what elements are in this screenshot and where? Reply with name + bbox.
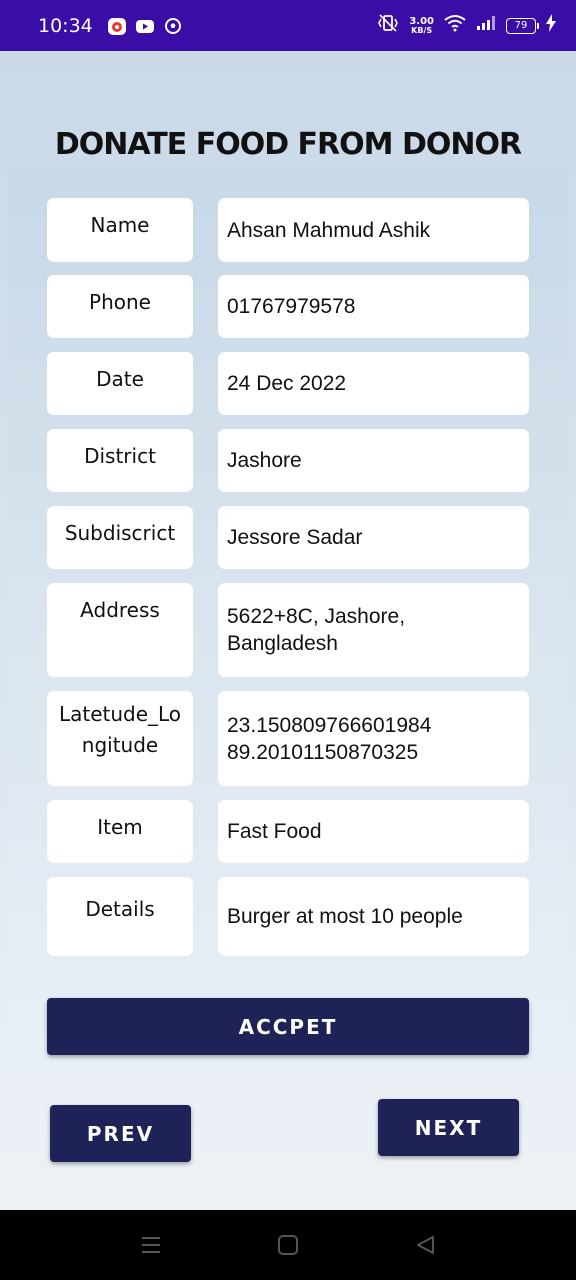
menu-icon[interactable]: [139, 1234, 163, 1256]
details-field[interactable]: Burger at most 10 people: [218, 877, 529, 956]
date-label: Date: [47, 352, 193, 415]
phone-field[interactable]: 01767979578: [218, 275, 529, 338]
status-bar: 10:34 3.00 KB/S 79: [0, 0, 576, 51]
phone-label: Phone: [47, 275, 193, 338]
form-row-subdistrict: Subdiscrict Jessore Sadar: [47, 506, 529, 569]
net-speed-unit: KB/S: [411, 25, 433, 35]
date-field[interactable]: 24 Dec 2022: [218, 352, 529, 415]
youtube-icon: [135, 16, 155, 36]
charging-icon: [546, 14, 556, 37]
address-field[interactable]: 5622+8C, Jashore, Bangladesh: [218, 583, 529, 677]
prev-button[interactable]: PREV: [50, 1105, 191, 1162]
wifi-icon: [444, 14, 466, 37]
battery-icon: 79: [506, 17, 539, 34]
battery-level: 79: [514, 20, 528, 31]
back-icon[interactable]: [413, 1234, 437, 1256]
item-label: Item: [47, 800, 193, 863]
status-time: 10:34: [38, 14, 93, 37]
home-icon[interactable]: [276, 1234, 300, 1256]
signal-icon: [476, 15, 496, 36]
subdistrict-label: Subdiscrict: [47, 506, 193, 569]
status-indicators: 3.00 KB/S 79: [377, 14, 556, 37]
next-button[interactable]: NEXT: [378, 1099, 519, 1156]
lat-long-label: Latetude_Longitude: [47, 691, 193, 786]
district-field[interactable]: Jashore: [218, 429, 529, 492]
form-row-item: Item Fast Food: [47, 800, 529, 863]
football-icon: [163, 16, 183, 36]
form-row-phone: Phone 01767979578: [47, 275, 529, 338]
details-label: Details: [47, 877, 193, 956]
form-row-details: Details Burger at most 10 people: [47, 877, 529, 956]
lat-long-field[interactable]: 23.150809766601984 89.20101150870325: [218, 691, 529, 786]
net-speed-value: 3.00: [409, 15, 434, 27]
name-label: Name: [47, 198, 193, 262]
accept-button[interactable]: ACCPET: [47, 998, 529, 1055]
form-row-lat-long: Latetude_Longitude 23.150809766601984 89…: [47, 691, 529, 786]
system-nav-bar: [0, 1210, 576, 1280]
form-row-name: Name Ahsan Mahmud Ashik: [47, 198, 529, 262]
net-speed: 3.00 KB/S: [409, 15, 434, 35]
form-row-district: District Jashore: [47, 429, 529, 492]
item-field[interactable]: Fast Food: [218, 800, 529, 863]
record-icon: [107, 16, 127, 36]
vibrate-icon: [377, 14, 399, 37]
district-label: District: [47, 429, 193, 492]
form-row-date: Date 24 Dec 2022: [47, 352, 529, 415]
name-field[interactable]: Ahsan Mahmud Ashik: [218, 198, 529, 262]
form-row-address: Address 5622+8C, Jashore, Bangladesh: [47, 583, 529, 677]
address-label: Address: [47, 583, 193, 677]
page-title: DONATE FOOD FROM DONOR: [54, 127, 522, 162]
subdistrict-field[interactable]: Jessore Sadar: [218, 506, 529, 569]
